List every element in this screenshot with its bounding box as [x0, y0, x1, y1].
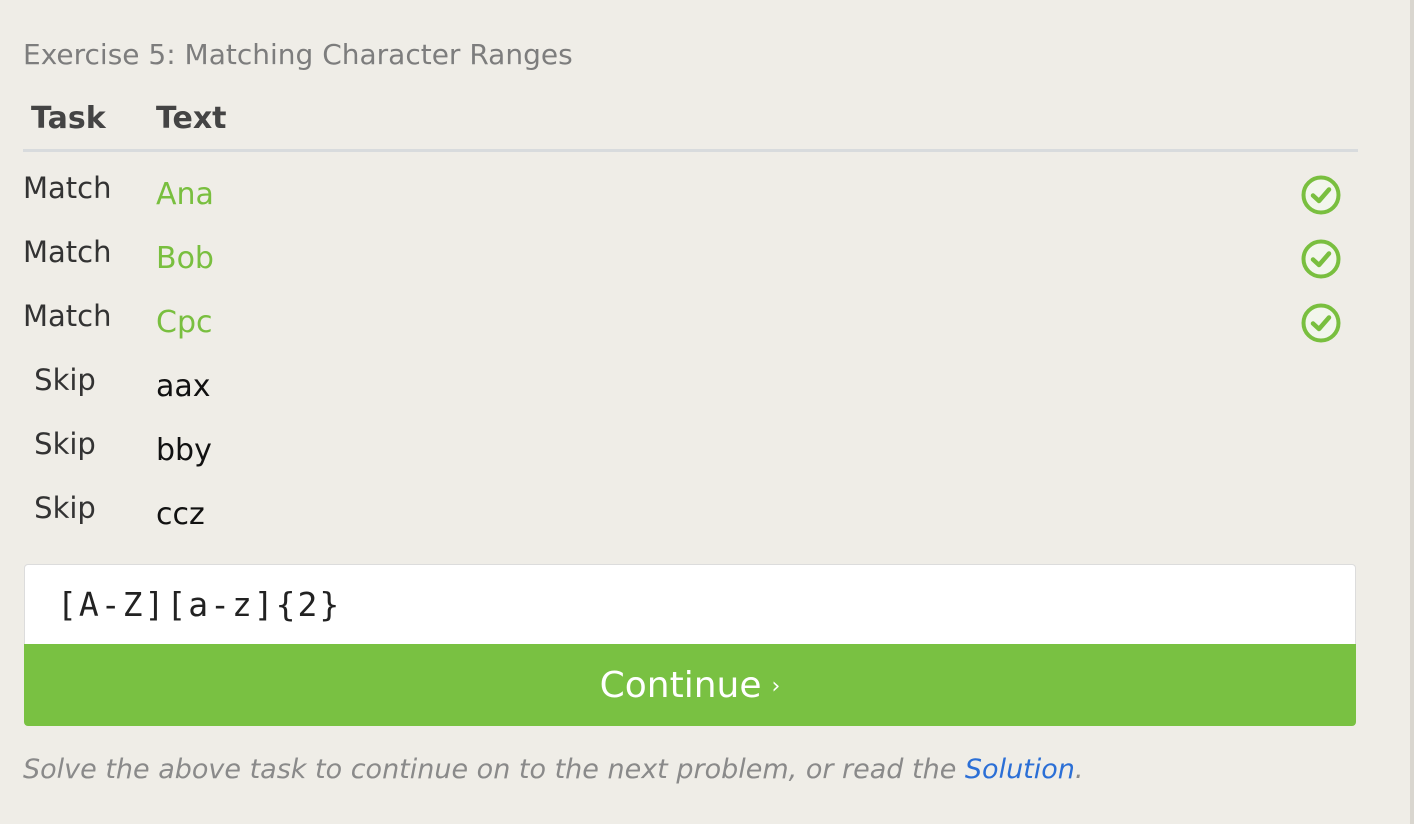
row-task: Match	[23, 171, 112, 205]
row-task: Skip	[34, 491, 96, 525]
footer-note: Solve the above task to continue on to t…	[23, 754, 1084, 785]
chevron-right-icon: ›	[771, 673, 781, 699]
row-text: Cpc	[156, 305, 213, 340]
check-circle-icon	[1301, 303, 1341, 343]
check-circle-icon	[1301, 239, 1341, 279]
footer-prefix: Solve the above task to continue on to t…	[23, 754, 965, 785]
row-task: Match	[23, 299, 112, 333]
table-row: Skip bby	[23, 427, 1358, 491]
regex-input[interactable]	[24, 564, 1356, 644]
table-row: Skip aax	[23, 363, 1358, 427]
continue-button[interactable]: Continue ›	[24, 644, 1356, 726]
table-row: Match Cpc	[23, 299, 1358, 363]
table-header: Task Text	[23, 101, 1358, 152]
right-edge	[1410, 0, 1414, 824]
header-text: Text	[156, 101, 227, 136]
row-text: ccz	[156, 497, 205, 532]
footer-suffix: .	[1074, 754, 1084, 785]
header-task: Task	[31, 101, 106, 136]
row-task: Match	[23, 235, 112, 269]
row-task: Skip	[34, 363, 96, 397]
check-circle-icon	[1301, 175, 1341, 215]
row-text: aax	[156, 369, 211, 404]
continue-label: Continue	[599, 664, 762, 706]
row-text: Bob	[156, 241, 214, 276]
table-row: Match Ana	[23, 171, 1358, 235]
exercise-title: Exercise 5: Matching Character Ranges	[23, 38, 573, 71]
table-row: Skip ccz	[23, 491, 1358, 555]
row-text: Ana	[156, 177, 214, 212]
row-text: bby	[156, 433, 212, 468]
table-row: Match Bob	[23, 235, 1358, 299]
row-task: Skip	[34, 427, 96, 461]
solution-link[interactable]: Solution	[965, 754, 1075, 785]
